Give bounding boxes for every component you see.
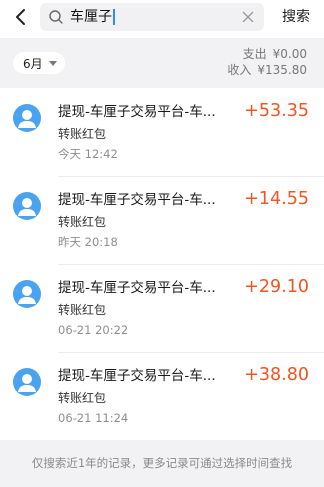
income-label: 收入 xyxy=(227,63,252,77)
income-row: 收入 ¥135.80 xyxy=(227,62,307,78)
search-query: 车厘子 xyxy=(70,9,112,25)
back-arrow-icon xyxy=(16,9,25,25)
transaction-item[interactable]: 提现-车厘子交易平台-车... 转账红包 昨天 20:18 +14.55 xyxy=(0,176,324,264)
user-avatar-icon xyxy=(13,368,41,396)
text-caret xyxy=(113,9,115,25)
transaction-item[interactable]: 提现-车厘子交易平台-车... 转账红包 06-21 11:24 +38.80 xyxy=(0,352,324,440)
month-label: 6月 xyxy=(23,56,43,71)
search-range-note: 仅搜索近1年的记录，更多记录可通过选择时间查找 xyxy=(31,456,293,470)
transaction-time: 昨天 20:18 xyxy=(58,235,118,249)
transaction-time: 今天 12:42 xyxy=(58,147,118,161)
expense-value: ¥0.00 xyxy=(272,47,307,61)
month-summary: 6月 支出 ¥0.00 收入 ¥135.80 xyxy=(0,38,324,88)
transaction-time: 06-21 20:22 xyxy=(58,323,129,337)
footer: 仅搜索近1年的记录，更多记录可通过选择时间查找 xyxy=(0,440,324,487)
month-selector[interactable]: 6月 xyxy=(13,52,65,74)
transaction-title: 提现-车厘子交易平台-车... xyxy=(58,104,216,120)
expense-row: 支出 ¥0.00 xyxy=(227,46,307,62)
transaction-amount: +14.55 xyxy=(244,189,309,209)
transaction-item[interactable]: 提现-车厘子交易平台-车... 转账红包 06-21 20:22 +29.10 xyxy=(0,264,324,352)
search-button[interactable]: 搜索 xyxy=(282,8,310,26)
transaction-title: 提现-车厘子交易平台-车... xyxy=(58,368,216,384)
search-box[interactable]: 车厘子 xyxy=(40,3,264,31)
user-avatar-icon xyxy=(13,192,41,220)
search-header: 车厘子 搜索 xyxy=(0,0,324,36)
chevron-down-icon xyxy=(48,60,57,66)
income-value: ¥135.80 xyxy=(257,63,307,77)
back-button[interactable] xyxy=(8,4,34,30)
transaction-type: 转账红包 xyxy=(58,391,107,405)
transaction-title: 提现-车厘子交易平台-车... xyxy=(58,192,216,208)
expense-label: 支出 xyxy=(242,47,267,61)
search-icon xyxy=(49,10,63,24)
transaction-title: 提现-车厘子交易平台-车... xyxy=(58,280,216,296)
user-avatar-icon xyxy=(13,104,41,132)
transaction-amount: +29.10 xyxy=(244,277,309,297)
totals: 支出 ¥0.00 收入 ¥135.80 xyxy=(227,46,307,78)
transaction-amount: +53.35 xyxy=(244,101,309,121)
transaction-item[interactable]: 提现-车厘子交易平台-车... 转账红包 今天 12:42 +53.35 xyxy=(0,88,324,176)
transaction-type: 转账红包 xyxy=(58,127,107,141)
transaction-amount: +38.80 xyxy=(244,365,309,385)
transaction-time: 06-21 11:24 xyxy=(58,411,129,425)
transaction-type: 转账红包 xyxy=(58,303,107,317)
user-avatar-icon xyxy=(13,280,41,308)
clear-icon[interactable] xyxy=(240,9,256,25)
transaction-list: 提现-车厘子交易平台-车... 转账红包 今天 12:42 +53.35 提现-… xyxy=(0,88,324,440)
search-input[interactable]: 车厘子 xyxy=(70,9,115,25)
transaction-type: 转账红包 xyxy=(58,215,107,229)
